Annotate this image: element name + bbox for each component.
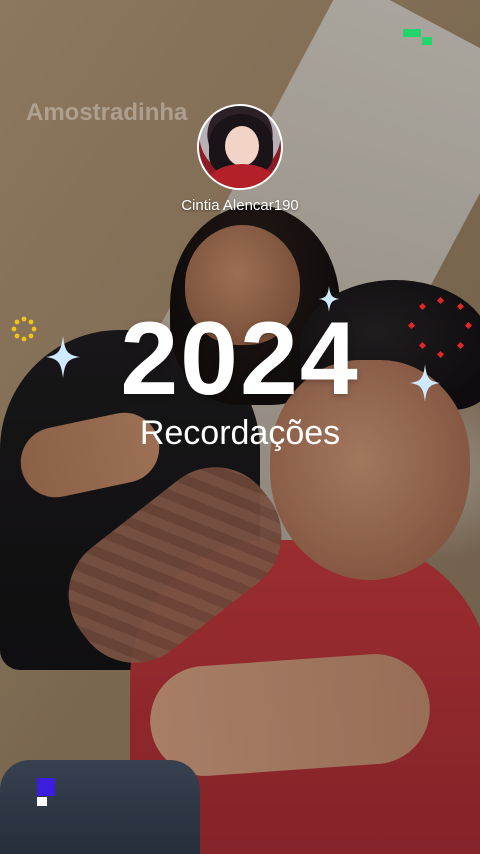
year-title: 2024	[120, 301, 360, 417]
profile-avatar[interactable]	[197, 104, 283, 190]
profile-username[interactable]: Cintia Alencar190	[0, 197, 480, 214]
pixel-logo-icon	[403, 29, 433, 49]
memories-subtitle: Recordações	[139, 414, 341, 452]
indicator-square-small	[37, 797, 47, 806]
watermark-text: Amostradinha	[26, 99, 188, 126]
indicator-square	[37, 778, 55, 796]
